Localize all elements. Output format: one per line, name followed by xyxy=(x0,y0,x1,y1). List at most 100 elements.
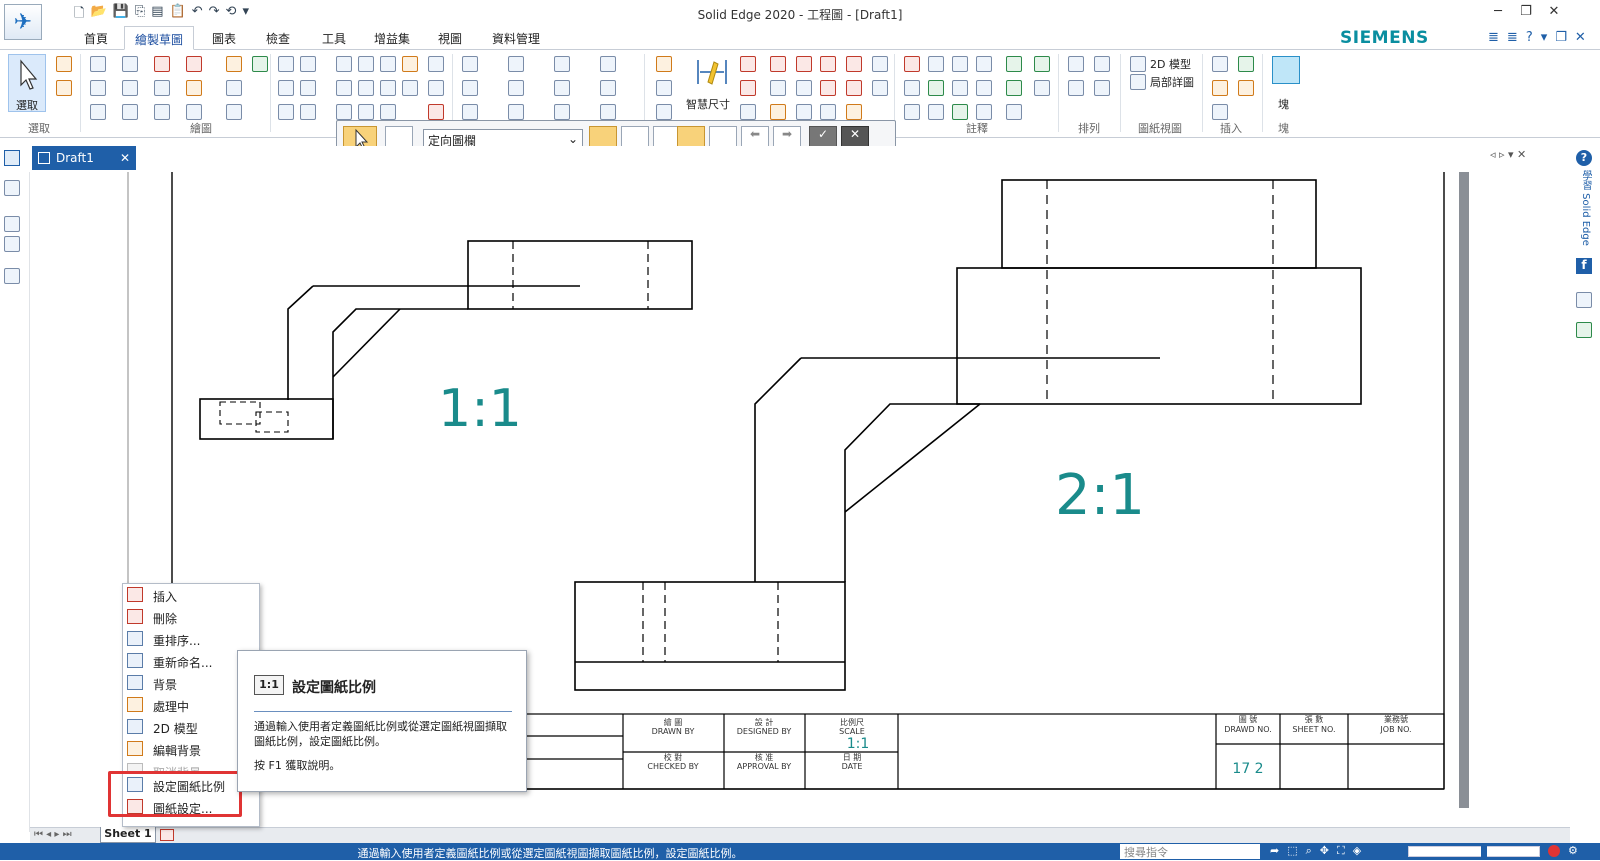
distance-between-icon[interactable] xyxy=(740,56,756,72)
set-scale-ribbon-icon[interactable] xyxy=(252,56,268,72)
checkbox-hatch-icon[interactable] xyxy=(554,80,570,96)
zoom-area-icon[interactable]: ⬚ xyxy=(1287,844,1297,858)
equal-icon[interactable] xyxy=(358,80,374,96)
learn-help-icon[interactable]: ? xyxy=(1576,150,1592,166)
dimension-style-4-icon[interactable] xyxy=(820,56,836,72)
menu-item-reorder[interactable]: 重排序... xyxy=(123,628,259,650)
share-icon[interactable]: ➦ xyxy=(1270,844,1279,858)
connect-icon[interactable] xyxy=(336,56,352,72)
split-icon[interactable] xyxy=(154,104,170,120)
xy-icon[interactable] xyxy=(278,104,294,120)
tab-home[interactable]: 首頁 xyxy=(84,30,108,47)
place-icon[interactable] xyxy=(656,56,672,72)
coordinate-icon[interactable] xyxy=(278,80,294,96)
checkbox-tangent-icon[interactable] xyxy=(554,104,570,120)
detail-view-button[interactable]: 局部詳圖 xyxy=(1130,74,1194,90)
arrange-group-icon[interactable] xyxy=(1068,80,1084,96)
layout-icon[interactable]: ≣ xyxy=(1507,30,1518,45)
insert-hyperlink-icon[interactable] xyxy=(1238,56,1254,72)
record-icon[interactable] xyxy=(1548,845,1560,857)
select-mode-icon[interactable] xyxy=(56,56,72,72)
center-line-icon[interactable] xyxy=(1006,56,1022,72)
balloon-icon[interactable] xyxy=(904,80,920,96)
hatch-icon[interactable] xyxy=(226,80,242,96)
checkbox-end-icon[interactable] xyxy=(462,104,478,120)
sheet-nav-icons[interactable]: ⏮ ◂ ▸ ⏭ xyxy=(34,829,72,840)
checkbox-vertical-icon[interactable] xyxy=(600,56,616,72)
tab-tools[interactable]: 工具 xyxy=(322,30,346,47)
text-style-icon[interactable] xyxy=(872,56,888,72)
rigid-icon[interactable] xyxy=(402,80,418,96)
parallel-icon[interactable] xyxy=(358,56,374,72)
view-style-icon[interactable]: ◈ xyxy=(1353,844,1361,858)
pattern-icon[interactable] xyxy=(226,104,242,120)
connector-icon[interactable] xyxy=(976,56,992,72)
ribbon-close-icon[interactable]: ✕ xyxy=(1575,30,1586,45)
tab-inspect[interactable]: 檢查 xyxy=(266,30,290,47)
leader-icon[interactable] xyxy=(928,56,944,72)
arc-icon[interactable] xyxy=(122,56,138,72)
2d-model-button[interactable]: 2D 模型 xyxy=(1130,56,1191,72)
new-sheet-icon[interactable] xyxy=(160,829,174,841)
tab-scroll-controls[interactable]: ◃ ▹ ▾ ✕ xyxy=(1490,148,1526,161)
annotation-extra-2-icon[interactable] xyxy=(1034,80,1050,96)
perpendicular-icon[interactable] xyxy=(380,80,396,96)
arrange-bring-front-icon[interactable] xyxy=(1068,56,1084,72)
intellisketch-icon[interactable] xyxy=(278,56,294,72)
angular-coordinate-icon[interactable] xyxy=(770,104,786,120)
zoom-slider[interactable] xyxy=(1408,845,1540,858)
checkbox-corner-icon[interactable] xyxy=(600,80,616,96)
angle-icon[interactable] xyxy=(300,80,316,96)
close-document-icon[interactable]: ✕ xyxy=(120,151,130,165)
insert-symbol-icon[interactable] xyxy=(1212,104,1228,120)
copy-attributes-icon[interactable] xyxy=(872,80,888,96)
fit-icon[interactable]: ⛶ xyxy=(1337,844,1345,858)
move-icon[interactable] xyxy=(186,80,202,96)
block-button[interactable] xyxy=(1272,56,1300,84)
curve-icon[interactable] xyxy=(122,80,138,96)
cross-icon[interactable] xyxy=(336,80,352,96)
smart-dimension-button[interactable] xyxy=(694,54,730,90)
restore-button[interactable]: ❐ xyxy=(1514,4,1538,22)
automatic-centerline-icon[interactable] xyxy=(1006,104,1022,120)
view-scale-2-1[interactable] xyxy=(574,179,1362,691)
checkbox-angle-icon[interactable] xyxy=(600,104,616,120)
dimension-style-5-icon[interactable] xyxy=(820,80,836,96)
lock-icon[interactable] xyxy=(402,56,418,72)
maintain-relations-icon[interactable] xyxy=(428,56,444,72)
weld-icon[interactable] xyxy=(904,104,920,120)
minimize-button[interactable]: ─ xyxy=(1486,4,1510,22)
wrap-icon[interactable] xyxy=(656,104,672,120)
checkbox-midpoint-icon[interactable] xyxy=(462,80,478,96)
pathfinder-icon[interactable] xyxy=(4,150,20,166)
mirror-icon[interactable] xyxy=(186,104,202,120)
coordinate-dimension-icon[interactable] xyxy=(740,104,756,120)
insert-object-icon[interactable] xyxy=(1238,80,1254,96)
library-icon[interactable] xyxy=(4,180,20,196)
tab-sketch[interactable]: 繪製草圖 xyxy=(124,26,195,50)
callout-icon[interactable] xyxy=(904,56,920,72)
extend-icon[interactable] xyxy=(154,80,170,96)
bolt-hole-circle-icon[interactable] xyxy=(1006,80,1022,96)
checkbox-line-icon[interactable] xyxy=(462,56,478,72)
tab-data-management[interactable]: 資料管理 xyxy=(492,30,540,47)
checkbox-curve-icon[interactable] xyxy=(554,56,570,72)
report-icon[interactable] xyxy=(1576,322,1592,338)
dimension-style-2-icon[interactable] xyxy=(796,80,812,96)
annotation-extra-1-icon[interactable] xyxy=(1034,56,1050,72)
drag-icon[interactable] xyxy=(656,80,672,96)
dimension-style-6-icon[interactable] xyxy=(846,56,862,72)
concentric-icon[interactable] xyxy=(380,56,396,72)
pan-icon[interactable]: ✥ xyxy=(1320,844,1329,858)
edge-condition-icon[interactable] xyxy=(928,104,944,120)
facebook-icon[interactable]: f xyxy=(1576,258,1592,274)
properties-icon[interactable] xyxy=(1576,292,1592,308)
zoom-icon[interactable]: ⌕ xyxy=(1306,844,1312,858)
relate-icon[interactable] xyxy=(300,56,316,72)
ribbon-restore-icon[interactable]: ❐ xyxy=(1555,30,1567,45)
layers-icon[interactable] xyxy=(4,216,20,232)
menu-item-delete[interactable]: 刪除 xyxy=(123,606,259,628)
dimension-style-1-icon[interactable] xyxy=(796,56,812,72)
dimension-style-8-icon[interactable] xyxy=(846,104,862,120)
feature-control-icon[interactable] xyxy=(952,56,968,72)
